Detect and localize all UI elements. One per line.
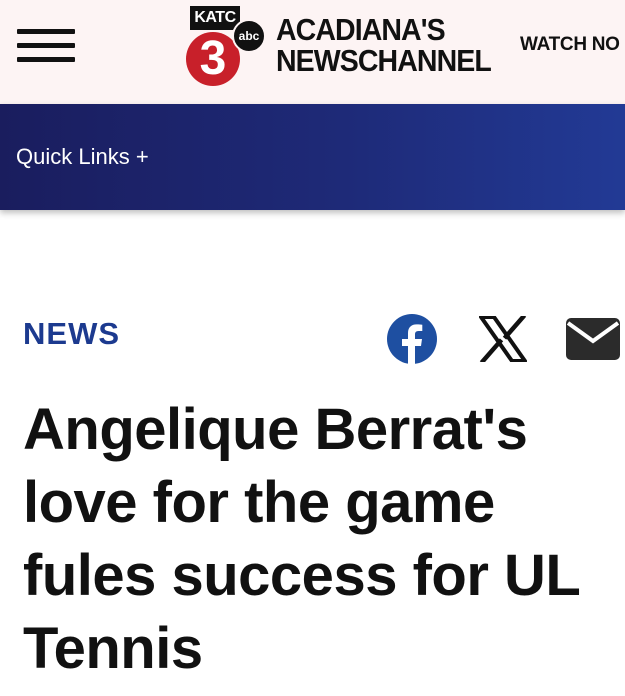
article-headline: Angelique Berrat's love for the game ful… [23, 397, 580, 681]
menu-icon[interactable] [17, 29, 75, 63]
logo-call-sign: KATC [190, 6, 240, 30]
logo-wordmark: ACADIANA'S NEWSCHANNEL [276, 12, 492, 78]
site-logo[interactable]: 3 KATC abc ACADIANA'S NEWSCHANNEL [186, 6, 492, 86]
email-icon[interactable] [566, 318, 620, 360]
logo-title-line1: ACADIANA'S [276, 12, 446, 47]
logo-title-line2: NEWSCHANNEL [276, 43, 492, 78]
quick-links-toggle[interactable]: Quick Links + [16, 144, 149, 170]
section-label[interactable]: NEWS [23, 316, 120, 352]
facebook-icon[interactable] [386, 313, 438, 365]
watch-now-link[interactable]: WATCH NO [520, 34, 620, 56]
x-icon[interactable] [479, 313, 527, 365]
top-header: 3 KATC abc ACADIANA'S NEWSCHANNEL WATCH … [0, 0, 625, 104]
katc-badge: 3 KATC abc [186, 6, 266, 86]
abc-network-logo: abc [232, 19, 266, 53]
